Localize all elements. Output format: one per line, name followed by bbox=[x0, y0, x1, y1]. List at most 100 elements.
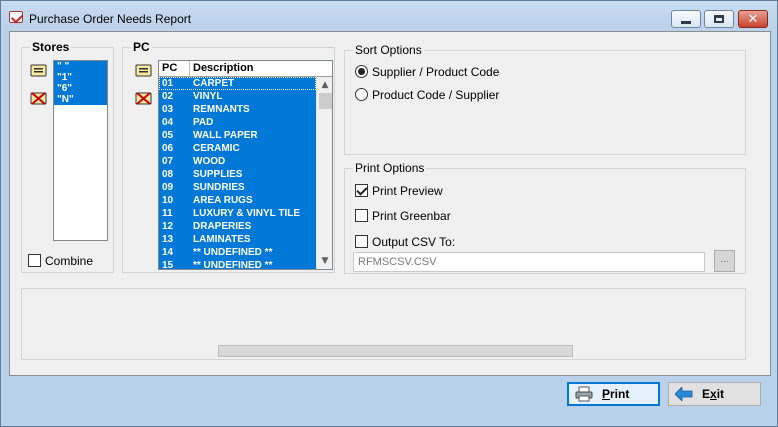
pc-description-cell: PAD bbox=[193, 117, 214, 128]
print-options-group: Print Options Print Preview Print Greenb… bbox=[344, 161, 746, 274]
pc-table[interactable]: PC Description 01 CARPET 02 VINYL 03 REMNANTS… bbox=[158, 60, 333, 270]
minimize-icon bbox=[681, 20, 691, 24]
deselect-all-icon[interactable] bbox=[30, 91, 47, 106]
back-arrow-icon bbox=[675, 387, 693, 401]
print-options-label: Print Options bbox=[353, 161, 427, 175]
pc-code-cell: 07 bbox=[162, 156, 174, 167]
pc-code-cell: 01 bbox=[162, 78, 174, 89]
output-csv-checkbox[interactable] bbox=[355, 235, 368, 248]
table-row[interactable]: 10 AREA RUGS bbox=[159, 194, 316, 207]
pc-description-cell: SUPPLIES bbox=[193, 169, 243, 180]
pc-code-cell: 05 bbox=[162, 130, 174, 141]
pc-code-cell: 04 bbox=[162, 117, 174, 128]
pc-description-cell: CERAMIC bbox=[193, 143, 240, 154]
maximize-button[interactable] bbox=[704, 10, 734, 28]
list-item[interactable]: "6" bbox=[54, 83, 107, 94]
pc-description-cell: AREA RUGS bbox=[193, 195, 253, 206]
pc-scrollbar[interactable]: ▲ ▼ bbox=[316, 77, 332, 269]
pc-code-cell: 15 bbox=[162, 260, 174, 270]
print-preview-checkbox[interactable] bbox=[355, 184, 368, 197]
pc-code-cell: 06 bbox=[162, 143, 174, 154]
print-button-label: Print bbox=[602, 387, 630, 401]
table-row[interactable]: 12 DRAPERIES bbox=[159, 220, 316, 233]
combine-checkbox[interactable] bbox=[28, 254, 41, 267]
scroll-up-icon[interactable]: ▲ bbox=[317, 77, 332, 93]
pc-description-cell: LUXURY & VINYL TILE bbox=[193, 208, 301, 219]
dialog-body: Stores " " "1" "6" "N" Combine PC PC Des… bbox=[9, 31, 771, 376]
column-header-pc[interactable]: PC bbox=[159, 61, 190, 76]
exit-button-label: Exit bbox=[702, 387, 725, 401]
pc-group-label: PC bbox=[131, 40, 152, 54]
pc-description-cell: CARPET bbox=[193, 78, 235, 89]
pc-description-cell: ** UNDEFINED ** bbox=[193, 247, 273, 258]
pc-group: PC PC Description 01 CARPET 02 VINYL 03 REMNA… bbox=[122, 40, 335, 273]
table-row[interactable]: 01 CARPET bbox=[159, 77, 316, 90]
table-row[interactable]: 04 PAD bbox=[159, 116, 316, 129]
pc-code-cell: 03 bbox=[162, 104, 174, 115]
title-bar[interactable]: Purchase Order Needs Report ✕ bbox=[1, 1, 777, 31]
deselect-all-pc-icon[interactable] bbox=[135, 91, 152, 106]
pc-description-cell: DRAPERIES bbox=[193, 221, 252, 232]
report-window: Purchase Order Needs Report ✕ Stores " "… bbox=[0, 0, 778, 427]
close-button[interactable]: ✕ bbox=[738, 10, 768, 28]
sort-supplier-product-label: Supplier / Product Code bbox=[372, 65, 500, 79]
table-row[interactable]: 06 CERAMIC bbox=[159, 142, 316, 155]
pc-code-cell: 14 bbox=[162, 247, 174, 258]
pc-description-cell: WALL PAPER bbox=[193, 130, 258, 141]
sort-product-supplier-radio[interactable] bbox=[355, 88, 368, 101]
table-row[interactable]: 15 ** UNDEFINED ** bbox=[159, 259, 316, 270]
pc-description-cell: SUNDRIES bbox=[193, 182, 245, 193]
output-csv-label: Output CSV To: bbox=[372, 235, 456, 249]
table-row[interactable]: 02 VINYL bbox=[159, 90, 316, 103]
pc-code-cell: 13 bbox=[162, 234, 174, 245]
column-header-description[interactable]: Description bbox=[190, 61, 254, 76]
app-icon[interactable] bbox=[9, 11, 23, 23]
stores-group-label: Stores bbox=[30, 40, 72, 54]
table-row[interactable]: 14 ** UNDEFINED ** bbox=[159, 246, 316, 259]
stores-listbox[interactable]: " " "1" "6" "N" bbox=[53, 60, 108, 241]
combine-label: Combine bbox=[45, 254, 94, 268]
sort-supplier-product-radio[interactable] bbox=[355, 65, 368, 78]
table-row[interactable]: 11 LUXURY & VINYL TILE bbox=[159, 207, 316, 220]
browse-button[interactable]: ... bbox=[714, 250, 735, 272]
table-row[interactable]: 09 SUNDRIES bbox=[159, 181, 316, 194]
list-item[interactable]: " " bbox=[54, 61, 107, 72]
stores-group: Stores " " "1" "6" "N" Combine bbox=[21, 40, 114, 273]
print-greenbar-label: Print Greenbar bbox=[372, 209, 451, 223]
pc-table-header: PC Description bbox=[159, 61, 332, 77]
scroll-thumb[interactable] bbox=[319, 93, 332, 109]
printer-icon bbox=[575, 386, 593, 402]
pc-code-cell: 12 bbox=[162, 221, 174, 232]
table-row[interactable]: 07 WOOD bbox=[159, 155, 316, 168]
table-row[interactable]: 08 SUPPLIES bbox=[159, 168, 316, 181]
print-button[interactable]: Print bbox=[567, 382, 660, 406]
pc-description-cell: ** UNDEFINED ** bbox=[193, 260, 273, 270]
pc-table-body: 01 CARPET 02 VINYL 03 REMNANTS 04 PAD 05 WALL PAP… bbox=[159, 77, 316, 270]
select-all-pc-icon[interactable] bbox=[135, 63, 152, 78]
close-icon: ✕ bbox=[747, 11, 759, 27]
select-all-icon[interactable] bbox=[30, 63, 47, 78]
list-item[interactable]: "1" bbox=[54, 72, 107, 83]
print-greenbar-checkbox[interactable] bbox=[355, 209, 368, 222]
pc-code-cell: 10 bbox=[162, 195, 174, 206]
maximize-icon bbox=[714, 15, 724, 23]
table-row[interactable]: 05 WALL PAPER bbox=[159, 129, 316, 142]
scroll-down-icon[interactable]: ▼ bbox=[317, 253, 332, 269]
table-row[interactable]: 13 LAMINATES bbox=[159, 233, 316, 246]
progress-bar bbox=[218, 345, 573, 357]
print-preview-label: Print Preview bbox=[372, 184, 443, 198]
sort-options-group: Sort Options Supplier / Product Code Pro… bbox=[344, 43, 746, 155]
list-item[interactable]: "N" bbox=[54, 94, 107, 105]
sort-product-supplier-label: Product Code / Supplier bbox=[372, 88, 500, 102]
progress-panel bbox=[21, 288, 746, 360]
table-row[interactable]: 03 REMNANTS bbox=[159, 103, 316, 116]
pc-code-cell: 09 bbox=[162, 182, 174, 193]
minimize-button[interactable] bbox=[671, 10, 701, 28]
pc-description-cell: LAMINATES bbox=[193, 234, 251, 245]
csv-path-field[interactable]: RFMSCSV.CSV bbox=[353, 252, 705, 272]
exit-button[interactable]: Exit bbox=[668, 382, 761, 406]
pc-description-cell: VINYL bbox=[193, 91, 223, 102]
sort-options-label: Sort Options bbox=[353, 43, 424, 57]
pc-description-cell: REMNANTS bbox=[193, 104, 250, 115]
window-title: Purchase Order Needs Report bbox=[29, 12, 192, 26]
